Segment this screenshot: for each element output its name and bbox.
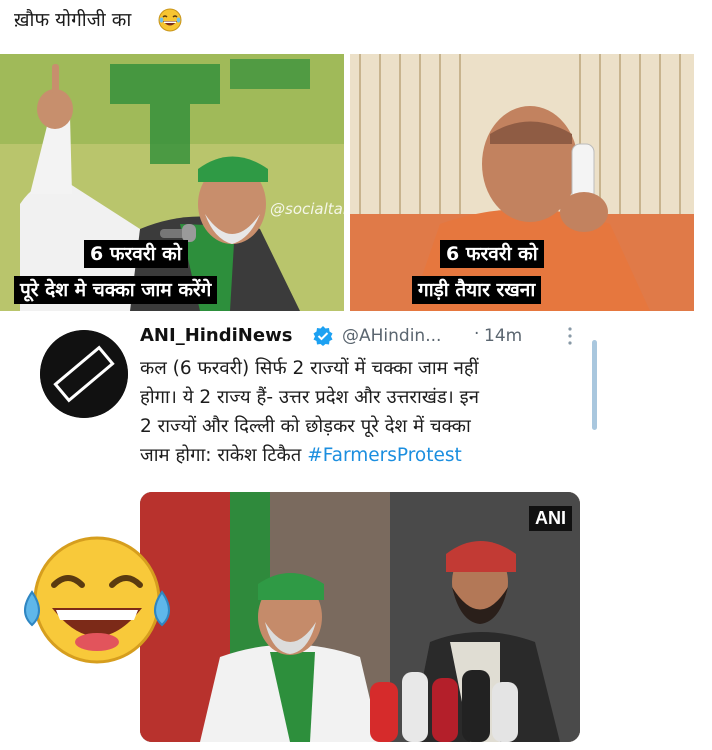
tweet-timestamp[interactable]: 14m [484, 326, 522, 346]
press-conference-illustration [140, 492, 580, 742]
tweet-media-photo[interactable]: ANI [140, 492, 580, 742]
verified-badge-icon [313, 326, 333, 346]
more-options-icon[interactable] [564, 325, 576, 347]
laughing-crying-emoji [24, 536, 170, 664]
tweet-text: कल (6 फरवरी) सिर्फ 2 राज्यों में चक्का ज… [140, 354, 580, 470]
left-caption-line1: 6 फरवरी को [84, 240, 188, 268]
account-name[interactable]: ANI_HindiNews [140, 325, 292, 346]
account-handle[interactable]: @AHindin... [342, 326, 441, 346]
tweet-text-line4-body: जाम होगा: राकेश टिकैत [140, 445, 302, 466]
avatar[interactable] [40, 330, 128, 418]
laughing-emoji-icon [158, 8, 182, 32]
tweet-text-line1: कल (6 फरवरी) सिर्फ 2 राज्यों में चक्का ज… [140, 358, 479, 379]
meme-left-photo: @socialtamasha 6 फरवरी को पूरे देश मे चक… [0, 54, 344, 311]
tweet-text-line4: जाम होगा: राकेश टिकैत #FarmersProtest [140, 441, 580, 470]
tweet-text-line3: 2 राज्यों और दिल्ली को छोड़कर पूरे देश म… [140, 416, 471, 437]
ani-logo-icon [40, 330, 128, 418]
watermark-text: @socialtamasha [270, 200, 344, 218]
meme-right-photo: 6 फरवरी को गाड़ी तैयार रखना [350, 54, 694, 311]
right-caption-line1: 6 फरवरी को [440, 240, 544, 268]
left-caption-line2: पूरे देश मे चक्का जाम करेंगे [14, 276, 218, 304]
phone-call-illustration [350, 54, 694, 311]
scrollbar[interactable] [592, 340, 597, 430]
protest-speaker-illustration [0, 54, 344, 311]
hashtag-link[interactable]: #FarmersProtest [307, 445, 462, 466]
tweet-text-line2: होगा। ये 2 राज्य हैं- उत्तर प्रदेश और उत… [140, 387, 480, 408]
media-watermark-badge: ANI [529, 506, 572, 531]
post-caption: ख़ौफ योगीजी का [14, 9, 132, 31]
separator-dot: · [474, 324, 480, 344]
right-caption-line2: गाड़ी तैयार रखना [412, 276, 542, 304]
